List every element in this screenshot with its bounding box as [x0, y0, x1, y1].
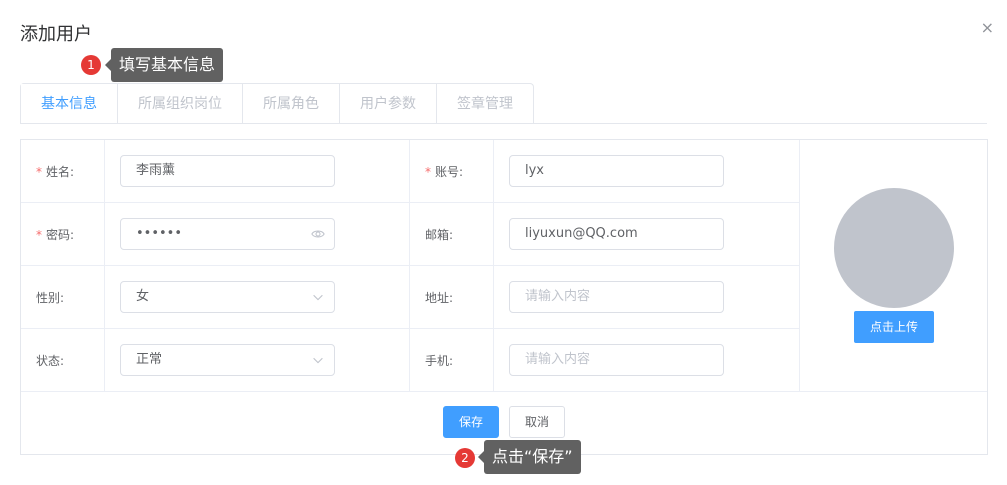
eye-icon[interactable]	[311, 227, 325, 241]
required-mark: *	[36, 165, 42, 179]
avatar	[834, 188, 954, 308]
password-input[interactable]: ••••••	[120, 218, 335, 250]
save-button[interactable]: 保存	[443, 406, 499, 438]
tip-click-save: 点击“保存”	[478, 440, 581, 474]
close-icon[interactable]: ×	[981, 18, 994, 38]
address-label: 地址:	[425, 291, 454, 305]
status-label: 状态:	[36, 354, 65, 368]
col-divider	[409, 140, 410, 391]
gender-select[interactable]: 女	[120, 281, 335, 313]
account-label: * 账号:	[425, 164, 463, 180]
tab-bar: 基本信息 所属组织岗位 所属角色 用户参数 签章管理	[20, 83, 534, 125]
status-value: 正常	[136, 352, 163, 367]
name-value: 李雨薰	[136, 163, 176, 178]
row-divider	[21, 328, 799, 329]
name-label-text: 姓名:	[46, 165, 75, 179]
step-badge-1: 1	[81, 55, 101, 75]
tab-signature[interactable]: 签章管理	[436, 84, 533, 124]
col-divider	[799, 140, 800, 391]
gender-value: 女	[136, 289, 150, 304]
step-badge-2: 2	[455, 448, 475, 468]
phone-input[interactable]: 请输入内容	[509, 344, 724, 376]
name-label: * 姓名:	[36, 164, 74, 180]
upload-button[interactable]: 点击上传	[854, 311, 934, 343]
col-divider	[493, 140, 494, 391]
row-divider	[21, 391, 987, 392]
dialog-title: 添加用户	[20, 24, 92, 45]
password-label: * 密码:	[36, 227, 74, 243]
cancel-button[interactable]: 取消	[509, 406, 565, 438]
col-divider	[104, 140, 105, 391]
tab-roles[interactable]: 所属角色	[242, 84, 339, 124]
email-value: liyuxun@QQ.com	[525, 226, 638, 241]
password-label-text: 密码:	[46, 228, 75, 242]
tab-org-position[interactable]: 所属组织岗位	[117, 84, 242, 124]
tabs-divider	[20, 123, 987, 124]
address-placeholder: 请输入内容	[525, 289, 591, 304]
tab-user-params[interactable]: 用户参数	[339, 84, 436, 124]
status-select[interactable]: 正常	[120, 344, 335, 376]
account-label-text: 账号:	[435, 165, 464, 179]
phone-placeholder: 请输入内容	[525, 352, 591, 367]
name-input[interactable]: 李雨薰	[120, 155, 335, 187]
tip-fill-basic-info: 填写基本信息	[104, 48, 224, 82]
required-mark: *	[425, 165, 431, 179]
account-value: lyx	[525, 163, 544, 178]
phone-label: 手机:	[425, 354, 454, 368]
required-mark: *	[36, 228, 42, 242]
password-value: ••••••	[136, 226, 183, 241]
email-label: 邮箱:	[425, 228, 454, 242]
email-input[interactable]: liyuxun@QQ.com	[509, 218, 724, 250]
user-form: * 姓名: 李雨薰 * 账号: lyx * 密码: •••••• 邮箱: liyuxu…	[20, 139, 988, 455]
row-divider	[21, 202, 799, 203]
address-input[interactable]: 请输入内容	[509, 281, 724, 313]
tab-basic-info[interactable]: 基本信息	[21, 84, 117, 125]
row-divider	[21, 265, 799, 266]
gender-label: 性别:	[36, 291, 65, 305]
chevron-down-icon	[313, 294, 323, 301]
chevron-down-icon	[313, 357, 323, 364]
account-input[interactable]: lyx	[509, 155, 724, 187]
